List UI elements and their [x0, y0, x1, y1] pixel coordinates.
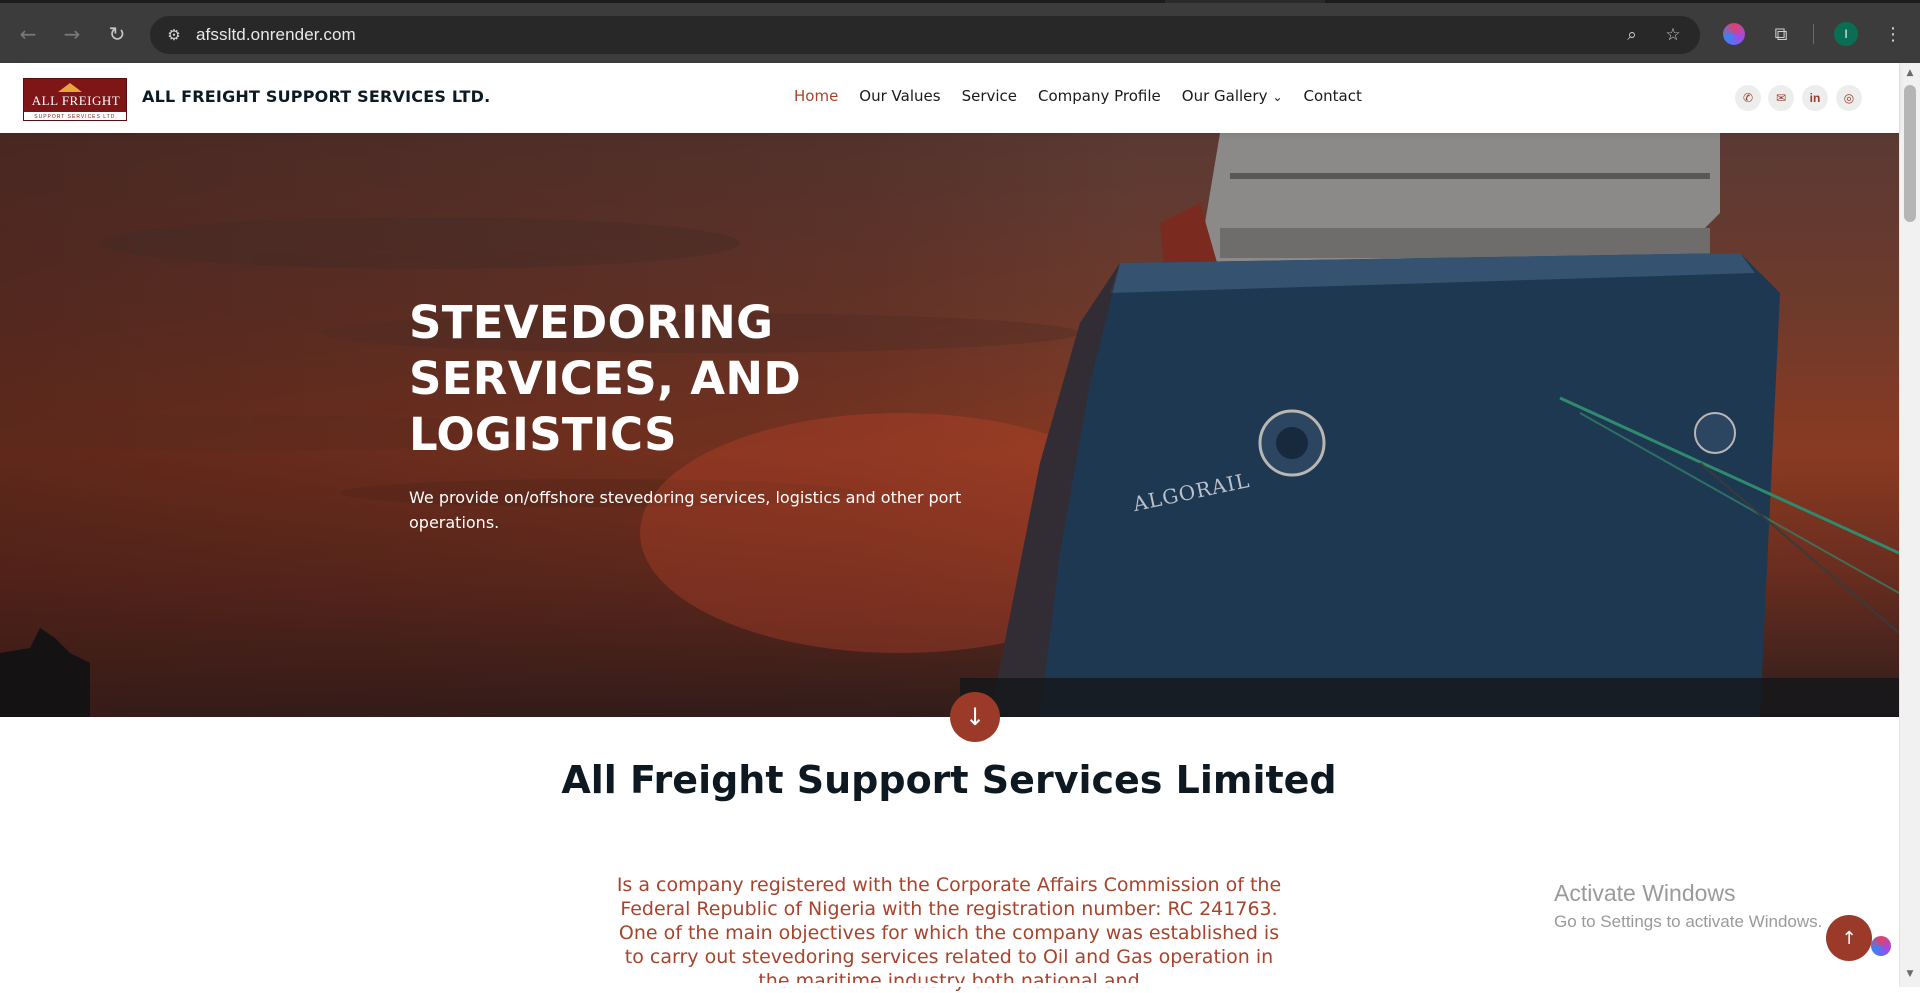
arrow-down-icon: ↓ [964, 703, 986, 731]
ship-emblem-side [1694, 412, 1736, 454]
url-text[interactable]: afssltd.onrender.com [196, 25, 356, 45]
profile-avatar[interactable]: I [1834, 22, 1858, 46]
zoom-icon[interactable]: ⌕ [1621, 24, 1643, 46]
nav-service[interactable]: Service [962, 87, 1017, 105]
tab-hint [1325, 0, 1920, 3]
windows-activation-watermark: Activate Windows Go to Settings to activ… [1554, 880, 1822, 932]
linkedin-icon[interactable]: in [1802, 85, 1828, 111]
back-button[interactable]: ← [13, 19, 43, 49]
about-title: All Freight Support Services Limited [561, 758, 1337, 802]
browser-menu-icon[interactable]: ⋮ [1880, 21, 1906, 47]
extension-brain-icon[interactable] [1723, 23, 1745, 45]
nav-our-gallery[interactable]: Our Gallery ⌄ [1182, 87, 1283, 105]
scroll-up-arrow-icon[interactable]: ▲ [1905, 68, 1915, 78]
main-navigation: Home Our Values Service Company Profile … [794, 87, 1383, 105]
scroll-down-arrow-icon[interactable]: ▼ [1905, 969, 1915, 979]
extensions-puzzle-icon[interactable]: ⧉ [1768, 21, 1794, 47]
forward-button[interactable]: → [57, 19, 87, 49]
reload-button[interactable]: ↻ [102, 19, 132, 49]
brand-name[interactable]: ALL FREIGHT SUPPORT SERVICES LTD. [142, 87, 490, 106]
scrollbar-thumb[interactable] [1904, 85, 1916, 222]
logo-roof-mark [58, 83, 82, 92]
hero-title: STEVEDORING SERVICES, AND LOGISTICS [409, 296, 802, 461]
arrow-up-icon: ↑ [1841, 927, 1857, 949]
nav-our-values[interactable]: Our Values [859, 87, 940, 105]
bridge-window-strip [1230, 173, 1710, 179]
email-icon[interactable]: ✉ [1768, 85, 1794, 111]
page-scrollbar[interactable]: ▲ ▼ [1899, 63, 1920, 987]
nav-company-profile[interactable]: Company Profile [1038, 87, 1161, 105]
nav-our-gallery-label: Our Gallery [1181, 87, 1268, 105]
hero-ship-illustration [0, 133, 1899, 717]
dock-shadow [960, 678, 1899, 717]
site-header: ALL FREIGHT SUPPORT SERVICES LTD. ALL FR… [0, 63, 1899, 133]
watermark-line-1: Activate Windows [1554, 880, 1736, 906]
back-to-top-button[interactable]: ↑ [1826, 915, 1872, 961]
toolbar-divider [1813, 24, 1814, 44]
about-text: Is a company registered with the Corpora… [616, 874, 1282, 992]
bottom-edge [0, 983, 1899, 987]
crane-silhouette [0, 628, 90, 717]
whatsapp-icon[interactable]: ◎ [1836, 85, 1862, 111]
hero-subtitle: We provide on/offshore stevedoring servi… [409, 488, 962, 532]
scroll-down-button[interactable]: ↓ [950, 692, 1000, 742]
floating-assistant-icon[interactable] [1871, 936, 1891, 956]
ship-hull [990, 253, 1780, 717]
site-info-icon[interactable]: ⚙ [162, 23, 186, 47]
browser-toolbar: ← → ↻ ⚙ afssltd.onrender.com ⌕ ☆ ⧉ I ⋮ [0, 0, 1920, 63]
phone-icon[interactable]: ✆ [1735, 85, 1761, 111]
company-logo[interactable]: ALL FREIGHT SUPPORT SERVICES LTD. [23, 78, 127, 121]
nav-contact[interactable]: Contact [1304, 87, 1362, 105]
tab-hint [0, 0, 1165, 3]
ship-emblem-center [1276, 427, 1308, 459]
nav-home[interactable]: Home [794, 87, 838, 105]
chevron-down-icon: ⌄ [1272, 90, 1283, 104]
watermark-line-2: Go to Settings to activate Windows. [1554, 912, 1823, 931]
logo-tagline: SUPPORT SERVICES LTD. [24, 112, 126, 120]
bridge-deck [1220, 228, 1710, 258]
logo-wordmark: ALL FREIGHT [31, 93, 121, 108]
hero-section: ALGORAIL STEVEDORING SERVICES, AND LOGIS… [0, 133, 1899, 717]
address-bar[interactable]: ⚙ afssltd.onrender.com ⌕ ☆ [150, 16, 1700, 54]
bookmark-star-icon[interactable]: ☆ [1662, 24, 1684, 46]
